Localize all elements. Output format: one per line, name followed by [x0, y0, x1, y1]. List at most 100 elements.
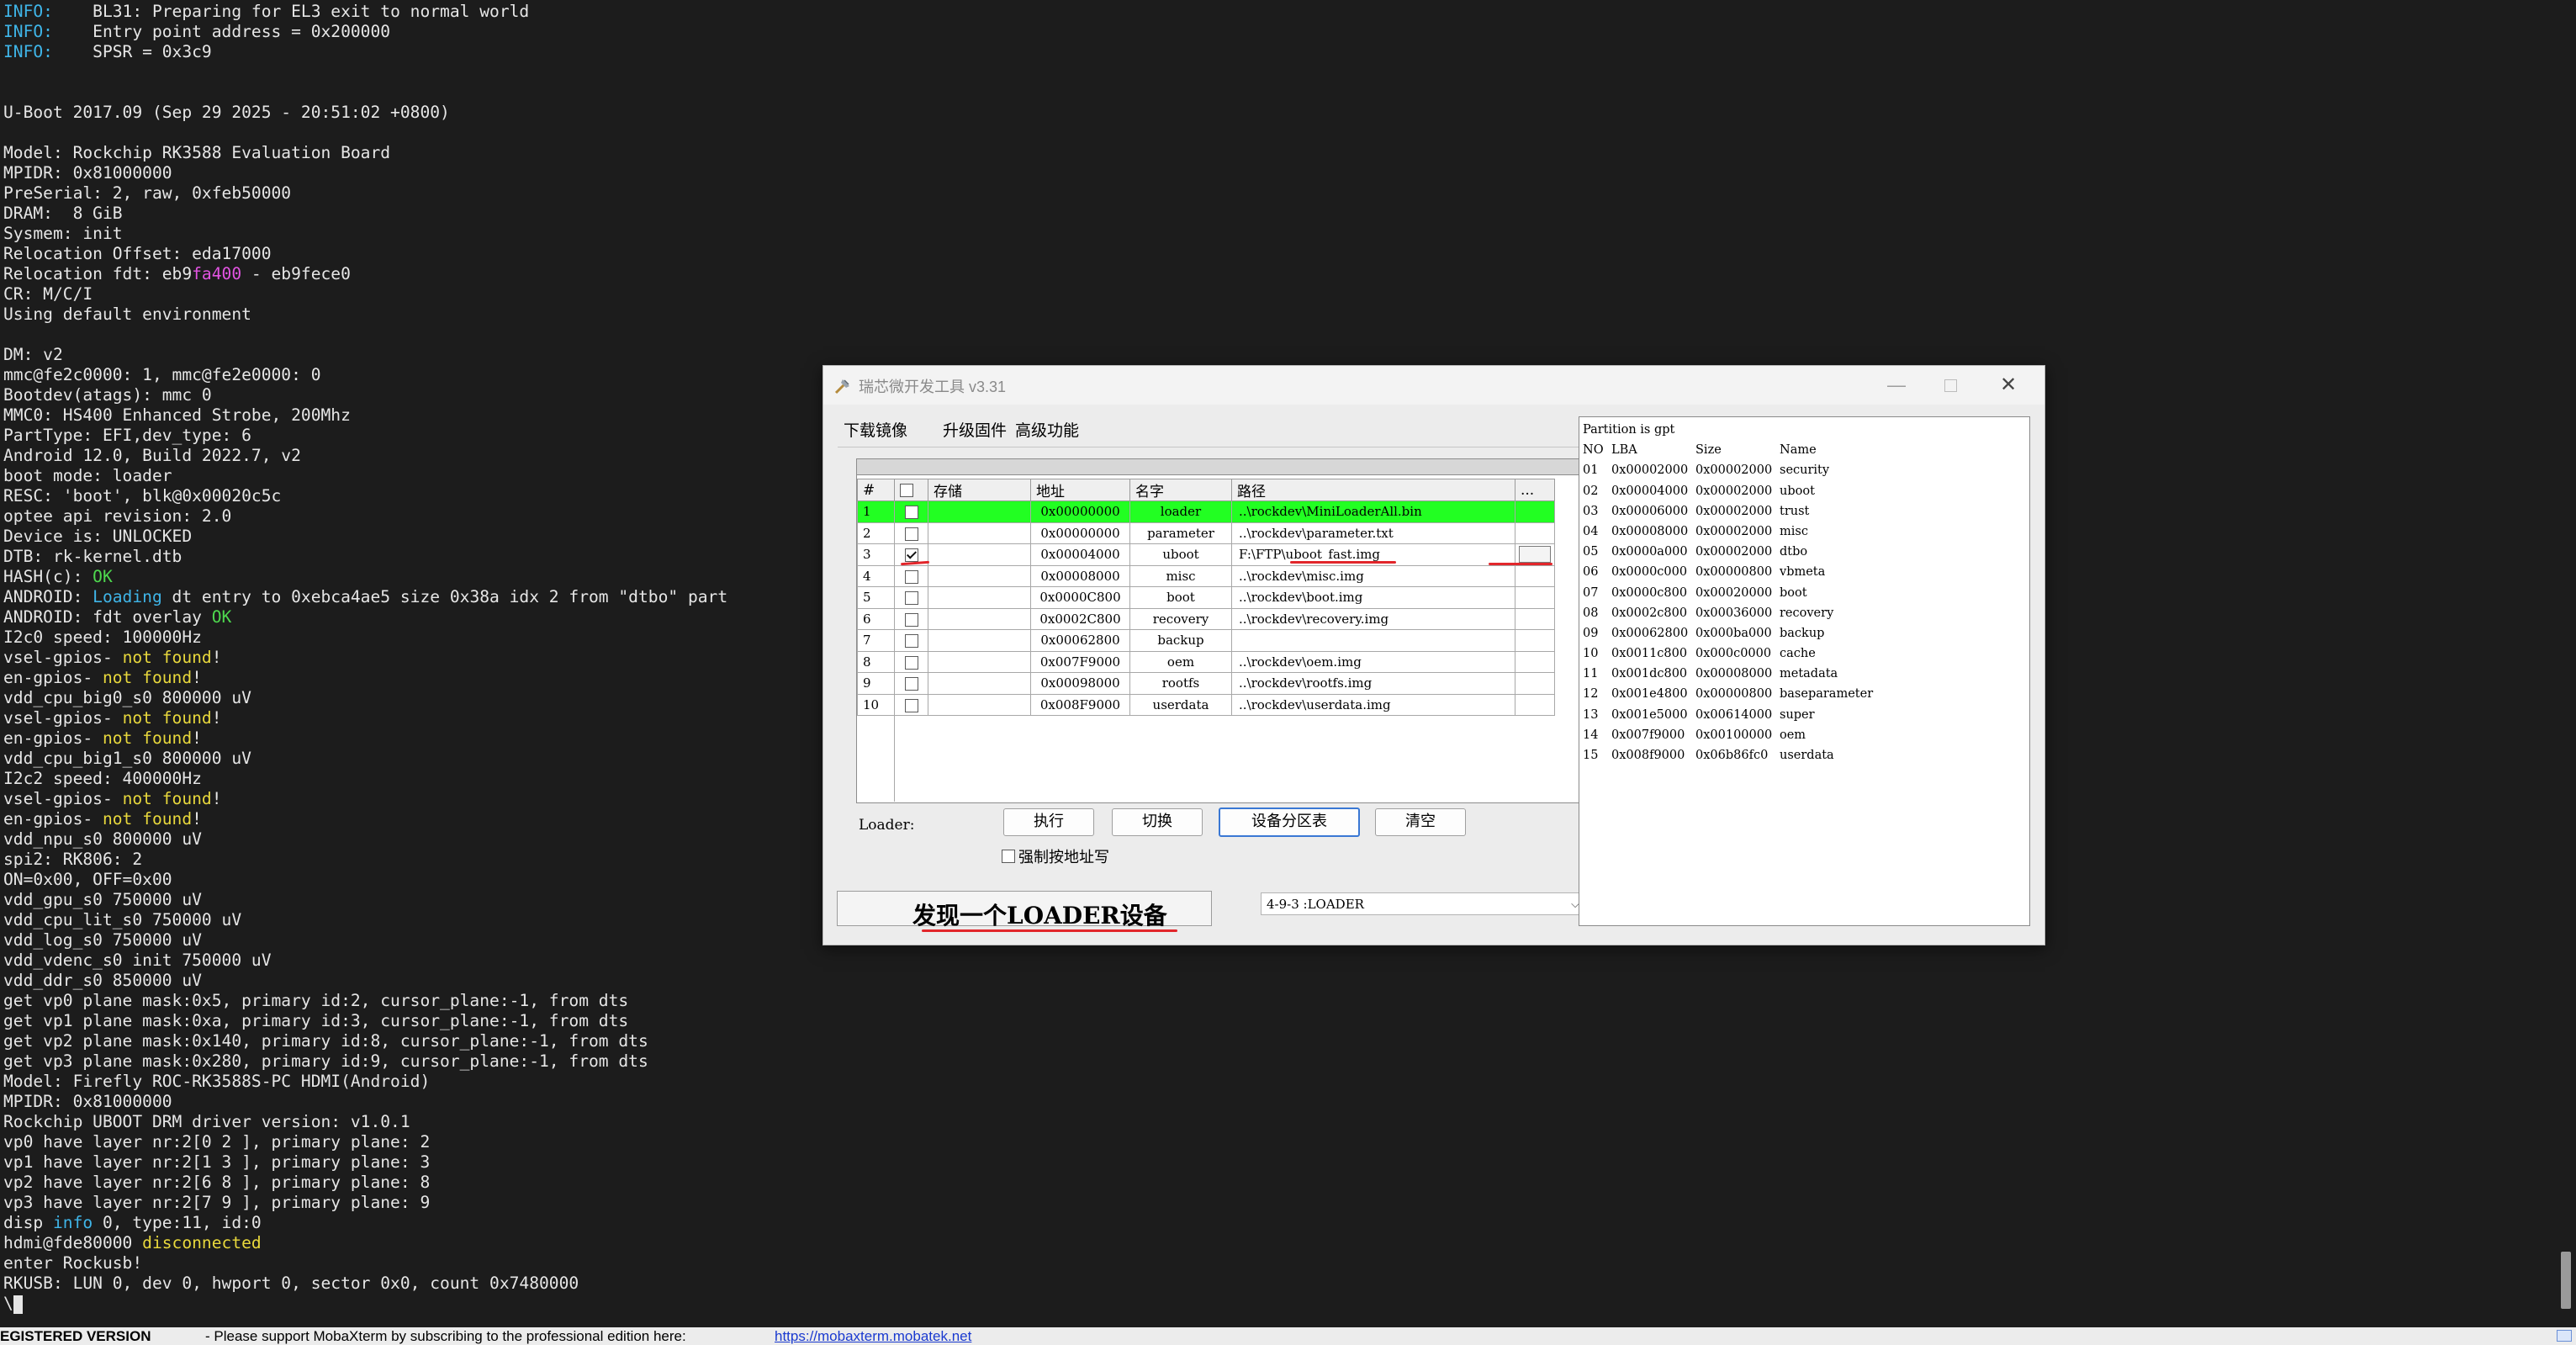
- row-path[interactable]: ..\rockdev\MiniLoaderAll.bin: [1231, 500, 1515, 523]
- row-name[interactable]: loader: [1129, 500, 1232, 523]
- row-browse-cell[interactable]: [1515, 500, 1555, 523]
- browse-button[interactable]: [1519, 546, 1551, 564]
- row-browse-cell[interactable]: [1515, 564, 1555, 587]
- row-path[interactable]: ..\rockdev\rootfs.img: [1231, 672, 1515, 695]
- col-header-select-all[interactable]: [894, 479, 928, 501]
- minimize-button[interactable]: —: [1880, 373, 1913, 398]
- row-storage[interactable]: [928, 522, 1031, 544]
- row-address[interactable]: 0x008F9000: [1030, 693, 1130, 716]
- col-header-more[interactable]: ...: [1515, 479, 1555, 501]
- row-path[interactable]: ..\rockdev\misc.img: [1231, 564, 1515, 587]
- row-name[interactable]: oem: [1129, 650, 1232, 673]
- row-name[interactable]: parameter: [1129, 522, 1232, 544]
- force-address-write-option[interactable]: 强制按地址写: [1002, 845, 1109, 867]
- row-checkbox[interactable]: [904, 548, 918, 563]
- row-checkbox[interactable]: [904, 677, 918, 691]
- row-browse-cell[interactable]: [1515, 693, 1555, 716]
- col-header-name[interactable]: 名字: [1129, 479, 1232, 501]
- row-browse-cell[interactable]: [1515, 607, 1555, 630]
- row-checkbox-cell[interactable]: [894, 564, 928, 587]
- row-name[interactable]: userdata: [1129, 693, 1232, 716]
- tab-download-image[interactable]: 下载镜像: [844, 418, 908, 445]
- row-name[interactable]: rootfs: [1129, 672, 1232, 695]
- row-path[interactable]: ..\rockdev\oem.img: [1231, 650, 1515, 673]
- row-storage[interactable]: [928, 564, 1031, 587]
- row-storage[interactable]: [928, 543, 1031, 566]
- row-storage[interactable]: [928, 629, 1031, 652]
- row-name[interactable]: uboot: [1129, 543, 1232, 566]
- table-row[interactable]: 3 0x00004000 uboot F:\FTP\uboot_fast.img: [857, 543, 1555, 566]
- row-checkbox-cell[interactable]: [894, 693, 928, 716]
- row-address[interactable]: 0x00004000: [1030, 543, 1130, 566]
- row-storage[interactable]: [928, 500, 1031, 523]
- terminal-scrollbar[interactable]: [2557, 0, 2576, 1327]
- title-bar[interactable]: 瑞芯微开发工具 v3.31 — ✕: [823, 366, 2044, 405]
- row-checkbox[interactable]: [904, 698, 918, 712]
- row-checkbox-cell[interactable]: [894, 586, 928, 609]
- row-path[interactable]: ..\rockdev\userdata.img: [1231, 693, 1515, 716]
- row-path[interactable]: ..\rockdev\recovery.img: [1231, 607, 1515, 630]
- row-name[interactable]: misc: [1129, 564, 1232, 587]
- row-browse-cell[interactable]: [1515, 650, 1555, 673]
- row-address[interactable]: 0x00098000: [1030, 672, 1130, 695]
- select-all-checkbox[interactable]: [900, 484, 913, 497]
- tab-upgrade-firmware[interactable]: 升级固件: [943, 418, 1007, 443]
- execute-button[interactable]: 执行: [1003, 808, 1094, 836]
- col-header-address[interactable]: 地址: [1030, 479, 1130, 501]
- row-address[interactable]: 0x0000C800: [1030, 586, 1130, 609]
- switch-button[interactable]: 切换: [1112, 808, 1203, 836]
- row-address[interactable]: 0x00000000: [1030, 500, 1130, 523]
- row-checkbox[interactable]: [904, 634, 918, 649]
- col-header-path[interactable]: 路径: [1231, 479, 1515, 501]
- row-checkbox[interactable]: [904, 655, 918, 670]
- row-browse-cell[interactable]: [1515, 586, 1555, 609]
- row-name[interactable]: boot: [1129, 586, 1232, 609]
- col-header-storage[interactable]: 存储: [928, 479, 1031, 501]
- row-address[interactable]: 0x007F9000: [1030, 650, 1130, 673]
- row-storage[interactable]: [928, 650, 1031, 673]
- row-name[interactable]: backup: [1129, 629, 1232, 652]
- row-checkbox[interactable]: [904, 569, 918, 584]
- device-partition-table-button[interactable]: 设备分区表: [1219, 808, 1360, 837]
- partition-info-panel[interactable]: Partition is gpt NO LBA Size Name 01 0x00002…: [1579, 416, 2030, 926]
- row-path[interactable]: [1231, 629, 1515, 652]
- row-storage[interactable]: [928, 693, 1031, 716]
- row-checkbox-cell[interactable]: [894, 522, 928, 544]
- device-select[interactable]: 4-9-3 :LOADER ⌵: [1261, 892, 1585, 915]
- row-address[interactable]: 0x00008000: [1030, 564, 1130, 587]
- row-storage[interactable]: [928, 586, 1031, 609]
- tray-icon[interactable]: [2557, 1330, 2572, 1342]
- row-name[interactable]: recovery: [1129, 607, 1232, 630]
- table-row[interactable]: 5 0x0000C800 boot ..\rockdev\boot.img: [857, 586, 1555, 609]
- row-path[interactable]: ..\rockdev\boot.img: [1231, 586, 1515, 609]
- table-row[interactable]: 10 0x008F9000 userdata ..\rockdev\userdata.…: [857, 693, 1555, 716]
- row-storage[interactable]: [928, 607, 1031, 630]
- table-row[interactable]: 9 0x00098000 rootfs ..\rockdev\rootfs.img: [857, 672, 1555, 695]
- row-checkbox[interactable]: [904, 527, 918, 541]
- row-checkbox-cell[interactable]: [894, 672, 928, 695]
- row-checkbox-cell[interactable]: [894, 607, 928, 630]
- row-checkbox-cell[interactable]: [894, 650, 928, 673]
- row-checkbox-cell[interactable]: [894, 629, 928, 652]
- row-browse-cell[interactable]: [1515, 629, 1555, 652]
- row-address[interactable]: 0x0002C800: [1030, 607, 1130, 630]
- table-row[interactable]: 4 0x00008000 misc ..\rockdev\misc.img: [857, 564, 1555, 587]
- status-support-link[interactable]: https://mobaxterm.mobatek.net: [775, 1327, 971, 1345]
- table-row[interactable]: 1 0x00000000 loader ..\rockdev\MiniLoaderAl…: [857, 500, 1555, 523]
- row-storage[interactable]: [928, 672, 1031, 695]
- table-row[interactable]: 6 0x0002C800 recovery ..\rockdev\recovery.i…: [857, 607, 1555, 630]
- row-checkbox-cell[interactable]: [894, 500, 928, 523]
- table-row[interactable]: 8 0x007F9000 oem ..\rockdev\oem.img: [857, 650, 1555, 673]
- table-row[interactable]: 2 0x00000000 parameter ..\rockdev\parameter…: [857, 522, 1555, 544]
- table-row[interactable]: 7 0x00062800 backup: [857, 629, 1555, 652]
- row-address[interactable]: 0x00062800: [1030, 629, 1130, 652]
- clear-button[interactable]: 清空: [1375, 808, 1466, 836]
- terminal-scrollbar-thumb[interactable]: [2561, 1252, 2571, 1309]
- row-checkbox[interactable]: [904, 591, 918, 606]
- row-address[interactable]: 0x00000000: [1030, 522, 1130, 544]
- col-header-index[interactable]: #: [857, 479, 895, 501]
- row-checkbox[interactable]: [904, 506, 918, 520]
- close-button[interactable]: ✕: [1992, 373, 2025, 398]
- row-checkbox[interactable]: [904, 612, 918, 627]
- row-browse-cell[interactable]: [1515, 672, 1555, 695]
